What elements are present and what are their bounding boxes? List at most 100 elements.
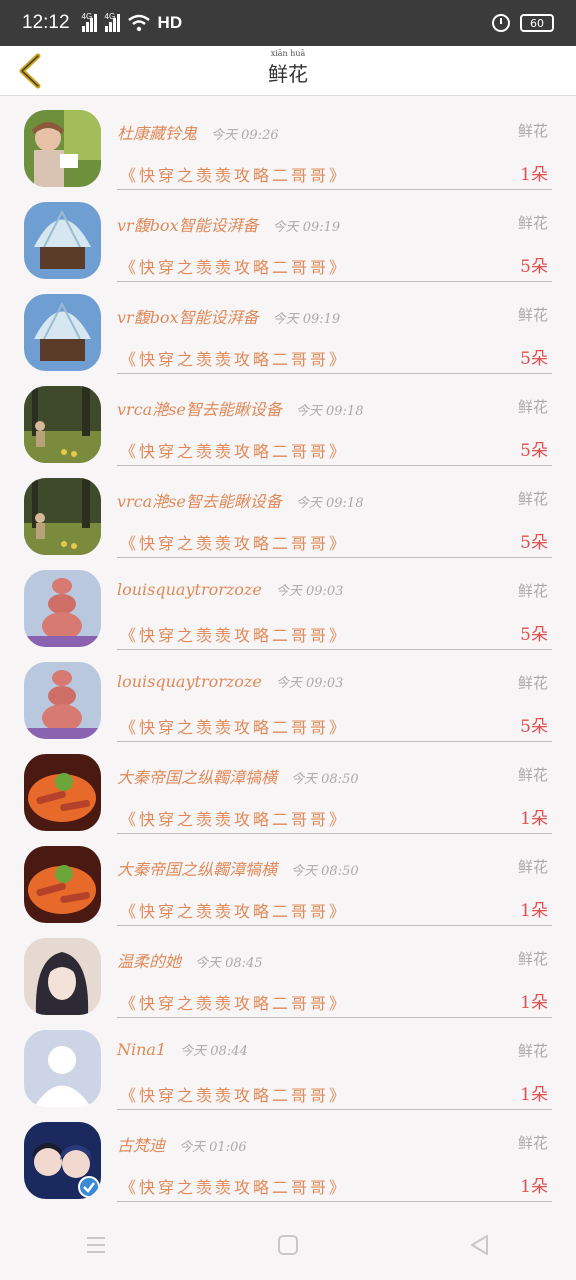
gift-count: 5朵 [520, 441, 548, 461]
book-title: 《快穿之羡羡攻略二哥哥》 [120, 258, 349, 277]
nav-bar [0, 1210, 576, 1280]
timestamp: 今天 08:50 [291, 772, 359, 787]
gift-label: 鲜花 [517, 858, 548, 876]
avatar[interactable] [24, 478, 101, 555]
book-title: 《快穿之羡羡攻略二哥哥》 [120, 810, 349, 829]
gift-label: 鲜花 [517, 306, 548, 324]
gift-count: 5朵 [520, 625, 548, 645]
status-icons: 4G 4G HD [81, 12, 183, 33]
header: xiān huā 鲜花 [0, 46, 576, 96]
sender-name: vrca滟se智去能瞅设备 [117, 492, 282, 511]
timestamp: 今天 09:26 [211, 128, 279, 143]
sender-name: 古梵迪 [117, 1136, 166, 1155]
avatar[interactable] [24, 846, 101, 923]
gift-count: 1朵 [520, 993, 548, 1013]
gift-label: 鲜花 [517, 398, 548, 416]
hd-badge: HD [157, 13, 183, 32]
list-item[interactable]: 大秦帝国之纵韣漳犒横 今天 08:50 鲜花《快穿之羡羡攻略二哥哥》 1朵 [0, 832, 576, 926]
gift-count: 1朵 [520, 1177, 548, 1197]
sender-name: 大秦帝国之纵韣漳犒横 [117, 768, 278, 787]
list-item[interactable]: 古梵迪 今天 01:06 鲜花《快穿之羡羡攻略二哥哥》 1朵 [0, 1108, 576, 1202]
gift-label: 鲜花 [517, 490, 548, 508]
book-title: 《快穿之羡羡攻略二哥哥》 [120, 1086, 349, 1105]
list-item[interactable]: louisquaytrorzoze 今天 09:03 鲜花《快穿之羡羡攻略二哥哥》 5… [0, 556, 576, 650]
gift-label: 鲜花 [517, 122, 548, 140]
timestamp: 今天 09:03 [275, 584, 344, 599]
book-title: 《快穿之羡羡攻略二哥哥》 [120, 534, 349, 553]
status-bar: 12:12 4G 4G HD 60 [0, 0, 576, 46]
timestamp: 今天 08:44 [180, 1044, 248, 1059]
list-item[interactable]: 温柔的她 今天 08:45 鲜花《快穿之羡羡攻略二哥哥》 1朵 [0, 924, 576, 1018]
list-item[interactable]: vrca滟se智去能瞅设备 今天 09:18 鲜花《快穿之羡羡攻略二哥哥》 5朵 [0, 372, 576, 466]
gift-count: 1朵 [520, 809, 548, 829]
avatar[interactable] [24, 1122, 101, 1199]
gift-count: 5朵 [520, 717, 548, 737]
timestamp: 今天 09:18 [295, 404, 364, 419]
gift-label: 鲜花 [517, 214, 548, 232]
gift-label: 鲜花 [517, 1042, 548, 1060]
alarm-icon [492, 14, 510, 32]
gift-label: 鲜花 [517, 950, 548, 968]
timestamp: 今天 08:50 [291, 864, 359, 879]
list-item[interactable]: vr馥box智能设湃备 今天 09:19 鲜花《快穿之羡羡攻略二哥哥》 5朵 [0, 280, 576, 374]
avatar[interactable] [24, 938, 101, 1015]
avatar[interactable] [24, 662, 101, 739]
divider [117, 1201, 552, 1202]
timestamp: 今天 09:18 [295, 496, 364, 511]
avatar[interactable] [24, 110, 101, 187]
gift-label: 鲜花 [517, 674, 548, 692]
avatar[interactable] [24, 754, 101, 831]
back-triangle-icon[interactable] [469, 1234, 491, 1256]
list-item[interactable]: 大秦帝国之纵韣漳犒横 今天 08:50 鲜花《快穿之羡羡攻略二哥哥》 1朵 [0, 740, 576, 834]
timestamp: 今天 09:19 [272, 220, 341, 235]
gift-list: 杜康藏铃鬼 今天 09:26 鲜花 《快穿之羡羡攻略二哥哥》 1朵 vr馥box智能设湃备… [0, 96, 576, 1202]
page-title: xiān huā 鲜花 [268, 49, 308, 86]
timestamp: 今天 09:19 [272, 312, 341, 327]
gift-count: 1朵 [520, 901, 548, 921]
book-title: 《快穿之羡羡攻略二哥哥》 [120, 1178, 349, 1197]
book-title: 《快穿之羡羡攻略二哥哥》 [120, 626, 349, 645]
sender-name: louisquaytrorzoze [117, 580, 262, 599]
book-title: 《快穿之羡羡攻略二哥哥》 [120, 718, 349, 737]
list-item[interactable]: 杜康藏铃鬼 今天 09:26 鲜花《快穿之羡羡攻略二哥哥》 1朵 [0, 96, 576, 190]
gift-count: 5朵 [520, 349, 548, 369]
timestamp: 今天 09:03 [275, 676, 344, 691]
timestamp: 今天 01:06 [179, 1140, 247, 1155]
list-item[interactable]: vr馥box智能设湃备 今天 09:19 鲜花《快穿之羡羡攻略二哥哥》 5朵 [0, 188, 576, 282]
sender-name: vr馥box智能设湃备 [117, 308, 259, 327]
book-title: 《快穿之羡羡攻略二哥哥》 [120, 994, 349, 1013]
sender-name: 杜康藏铃鬼 [117, 124, 198, 143]
book-title: 《快穿之羡羡攻略二哥哥》 [120, 350, 349, 369]
status-time: 12:12 [22, 12, 70, 33]
book-title: 《快穿之羡羡攻略二哥哥》 [120, 442, 349, 461]
avatar[interactable] [24, 294, 101, 371]
avatar[interactable] [24, 570, 101, 647]
sender-name: 大秦帝国之纵韣漳犒横 [117, 860, 278, 879]
avatar[interactable] [24, 386, 101, 463]
avatar[interactable] [24, 1030, 101, 1107]
gift-count: 1朵 [520, 1085, 548, 1105]
book-title: 《快穿之羡羡攻略二哥哥》 [120, 902, 349, 921]
sender-name: vrca滟se智去能瞅设备 [117, 400, 282, 419]
gift-count: 5朵 [520, 257, 548, 277]
battery-icon: 60 [520, 14, 554, 32]
avatar[interactable] [24, 202, 101, 279]
wifi-icon [127, 14, 150, 32]
gift-count: 5朵 [520, 533, 548, 553]
sender-name: Nina1 [117, 1040, 167, 1059]
gift-label: 鲜花 [517, 766, 548, 784]
menu-icon[interactable] [85, 1236, 107, 1254]
signal-icon: 4G [104, 12, 120, 32]
timestamp: 今天 08:45 [195, 956, 263, 971]
gift-label: 鲜花 [517, 582, 548, 600]
home-icon[interactable] [277, 1234, 299, 1256]
book-title: 《快穿之羡羡攻略二哥哥》 [120, 166, 349, 185]
sender-name: louisquaytrorzoze [117, 672, 262, 691]
gift-label: 鲜花 [517, 1134, 548, 1152]
sender-name: vr馥box智能设湃备 [117, 216, 259, 235]
sender-name: 温柔的她 [117, 952, 182, 971]
list-item[interactable]: vrca滟se智去能瞅设备 今天 09:18 鲜花《快穿之羡羡攻略二哥哥》 5朵 [0, 464, 576, 558]
gift-count: 1朵 [520, 165, 548, 185]
list-item[interactable]: Nina1 今天 08:44 鲜花《快穿之羡羡攻略二哥哥》 1朵 [0, 1016, 576, 1110]
list-item[interactable]: louisquaytrorzoze 今天 09:03 鲜花《快穿之羡羡攻略二哥哥》 5… [0, 648, 576, 742]
